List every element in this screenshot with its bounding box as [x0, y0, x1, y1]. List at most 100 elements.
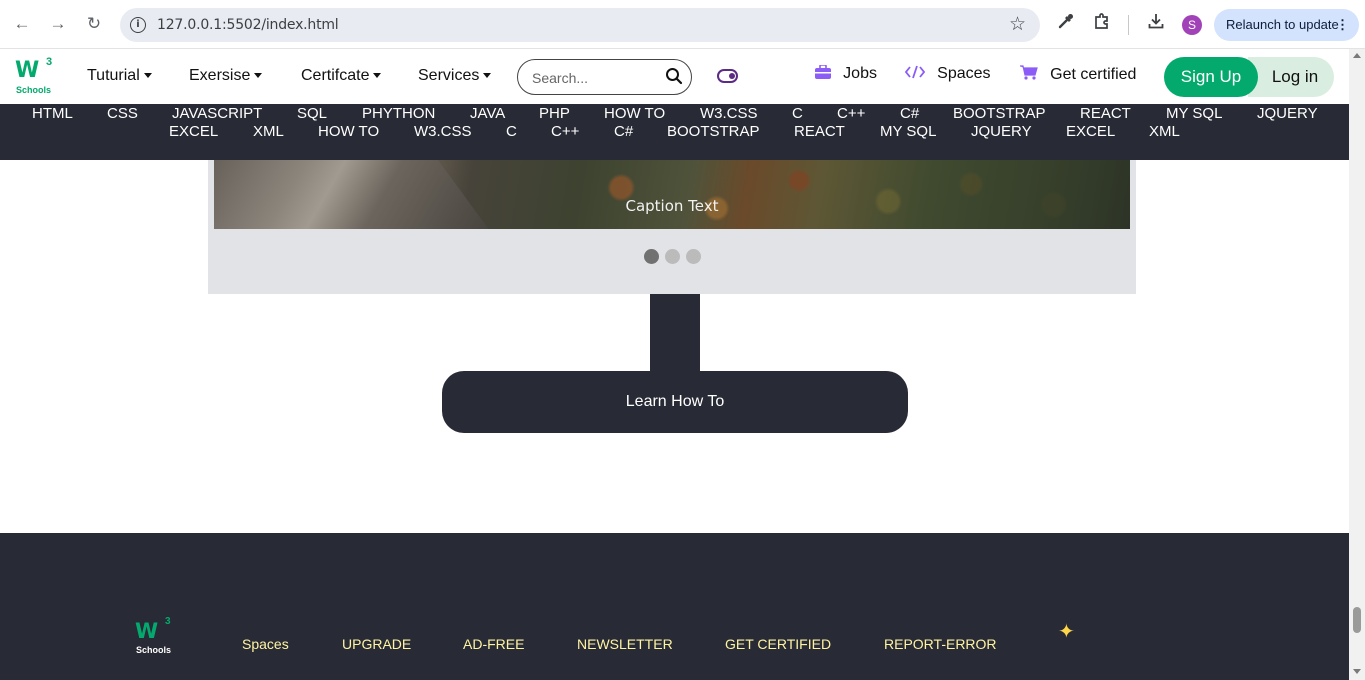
topic-link[interactable]: C [506, 123, 517, 141]
topic-link[interactable]: CSS [107, 105, 138, 123]
slide-caption: Caption Text [625, 197, 719, 215]
site-info-icon[interactable]: i [130, 17, 146, 33]
kebab-menu-icon[interactable]: ⋮ [1336, 9, 1349, 41]
topic-link[interactable]: BOOTSTRAP [667, 123, 760, 141]
relaunch-button[interactable]: Relaunch to update ⋮ [1214, 9, 1359, 41]
caret-down-icon [254, 73, 263, 78]
topic-link[interactable]: C [792, 105, 803, 123]
nav-spaces-label: Spaces [937, 65, 991, 82]
scrollbar-thumb[interactable] [1353, 607, 1361, 633]
extensions-puzzle-icon[interactable] [1091, 12, 1113, 36]
site-footer: W 3 Schools Spaces UPGRADE AD-FREE NEWSL… [0, 533, 1349, 680]
topic-link[interactable]: W3.CSS [700, 105, 758, 123]
logo-superscript: 3 [46, 56, 53, 68]
topic-link[interactable]: MY SQL [880, 123, 936, 141]
bookmark-star-icon[interactable]: ☆ [1009, 13, 1026, 36]
topic-link[interactable]: EXCEL [169, 123, 218, 141]
relaunch-label: Relaunch to update [1226, 17, 1339, 32]
topic-link[interactable]: BOOTSTRAP [953, 105, 1046, 123]
nav-get-certified[interactable]: Get certified [1020, 65, 1136, 84]
topic-link[interactable]: C# [900, 105, 919, 123]
login-button[interactable]: Log in [1248, 57, 1334, 97]
nav-get-certified-label: Get certified [1050, 66, 1137, 83]
dark-mode-toggle[interactable] [717, 69, 738, 83]
slide-dots [208, 249, 1136, 269]
topic-link[interactable]: SQL [297, 105, 327, 123]
learn-how-to-button[interactable]: Learn How To [442, 371, 908, 433]
search-box [517, 59, 692, 95]
slide-dot-1[interactable] [643, 249, 659, 264]
page-scrollbar[interactable] [1349, 49, 1365, 680]
cart-icon [1020, 65, 1042, 83]
scroll-up-arrow-icon[interactable] [1353, 53, 1361, 58]
toggle-knob [728, 72, 735, 79]
topic-link[interactable]: PHYTHON [362, 105, 435, 123]
logo-mark: W [15, 58, 39, 83]
menu-exercise[interactable]: Exersise [189, 67, 263, 85]
caret-down-icon [483, 73, 492, 78]
slide-dot-3[interactable] [685, 249, 701, 264]
topic-link[interactable]: JQUERY [971, 123, 1032, 141]
topic-link[interactable]: XML [253, 123, 284, 141]
sparkle-icon: ✦ [1058, 621, 1075, 643]
signup-button[interactable]: Sign Up [1164, 57, 1258, 97]
topic-link[interactable]: PHP [539, 105, 570, 123]
nav-spaces[interactable]: Spaces [904, 65, 991, 83]
slide-dot-2[interactable] [664, 249, 680, 264]
footer-link-newsletter[interactable]: NEWSLETTER [577, 636, 673, 652]
topic-link[interactable]: EXCEL [1066, 123, 1115, 141]
footer-link-get-certified[interactable]: GET CERTIFIED [725, 636, 831, 652]
footer-link-report-error[interactable]: REPORT-ERROR [884, 636, 997, 652]
topic-link[interactable]: REACT [794, 123, 845, 141]
profile-avatar[interactable]: S [1182, 15, 1202, 35]
topic-link[interactable]: HTML [32, 105, 73, 123]
url-text[interactable]: 127.0.0.1:5502/index.html [157, 17, 339, 33]
menu-services[interactable]: Services [418, 67, 492, 85]
menu-tutorial[interactable]: Tuturial [87, 67, 152, 85]
briefcase-icon [815, 64, 835, 82]
menu-services-label: Services [418, 67, 480, 84]
topic-link[interactable]: JAVA [470, 105, 505, 123]
slide-rock [214, 160, 504, 229]
browser-toolbar: ← → ↻ i 127.0.0.1:5502/index.html ☆ S Re… [0, 0, 1365, 49]
scroll-down-arrow-icon[interactable] [1353, 669, 1361, 674]
topic-link[interactable]: C# [614, 123, 633, 141]
topic-link[interactable]: XML [1149, 123, 1180, 141]
page-viewport: W 3 Schools Tuturial Exersise Certifcate… [0, 49, 1349, 680]
footer-link-ad-free[interactable]: AD-FREE [463, 636, 524, 652]
download-icon[interactable] [1145, 12, 1167, 36]
slide-foliage [494, 160, 1130, 229]
search-input[interactable] [532, 68, 657, 88]
caret-down-icon [143, 73, 152, 78]
search-icon[interactable] [665, 67, 683, 85]
topic-link[interactable]: JQUERY [1257, 105, 1318, 123]
footer-link-upgrade[interactable]: UPGRADE [342, 636, 411, 652]
code-icon [904, 65, 929, 82]
reload-icon[interactable]: ↻ [83, 13, 105, 35]
logo-wordmark: Schools [16, 85, 52, 95]
forward-arrow-icon[interactable]: → [47, 13, 69, 35]
nav-jobs[interactable]: Jobs [815, 64, 877, 83]
site-header: W 3 Schools Tuturial Exersise Certifcate… [0, 49, 1349, 104]
topic-link[interactable]: C++ [837, 105, 865, 123]
menu-exercise-label: Exersise [189, 67, 251, 84]
back-arrow-icon[interactable]: ← [11, 13, 33, 35]
slide-image: Caption Text [214, 160, 1130, 229]
connector-bar [650, 294, 700, 374]
topic-navbar: HTML CSS JAVASCRIPT SQL PHYTHON JAVA PHP… [0, 104, 1349, 160]
topic-link[interactable]: REACT [1080, 105, 1131, 123]
topic-link[interactable]: MY SQL [1166, 105, 1222, 123]
slideshow: Caption Text [208, 160, 1136, 294]
topic-link[interactable]: HOW TO [604, 105, 665, 123]
footer-link-spaces[interactable]: Spaces [242, 636, 289, 652]
footer-logo[interactable]: W 3 Schools [135, 616, 177, 657]
menu-certificate[interactable]: Certifcate [301, 67, 382, 85]
address-bar[interactable]: i 127.0.0.1:5502/index.html ☆ [120, 8, 1040, 42]
topic-link[interactable]: W3.CSS [414, 123, 472, 141]
topic-link[interactable]: JAVASCRIPT [172, 105, 262, 123]
topic-link[interactable]: C++ [551, 123, 579, 141]
footer-logo-mark: W [135, 619, 158, 643]
topic-link[interactable]: HOW TO [318, 123, 379, 141]
eyedropper-icon[interactable] [1055, 12, 1077, 36]
w3schools-logo[interactable]: W 3 Schools [15, 56, 57, 96]
